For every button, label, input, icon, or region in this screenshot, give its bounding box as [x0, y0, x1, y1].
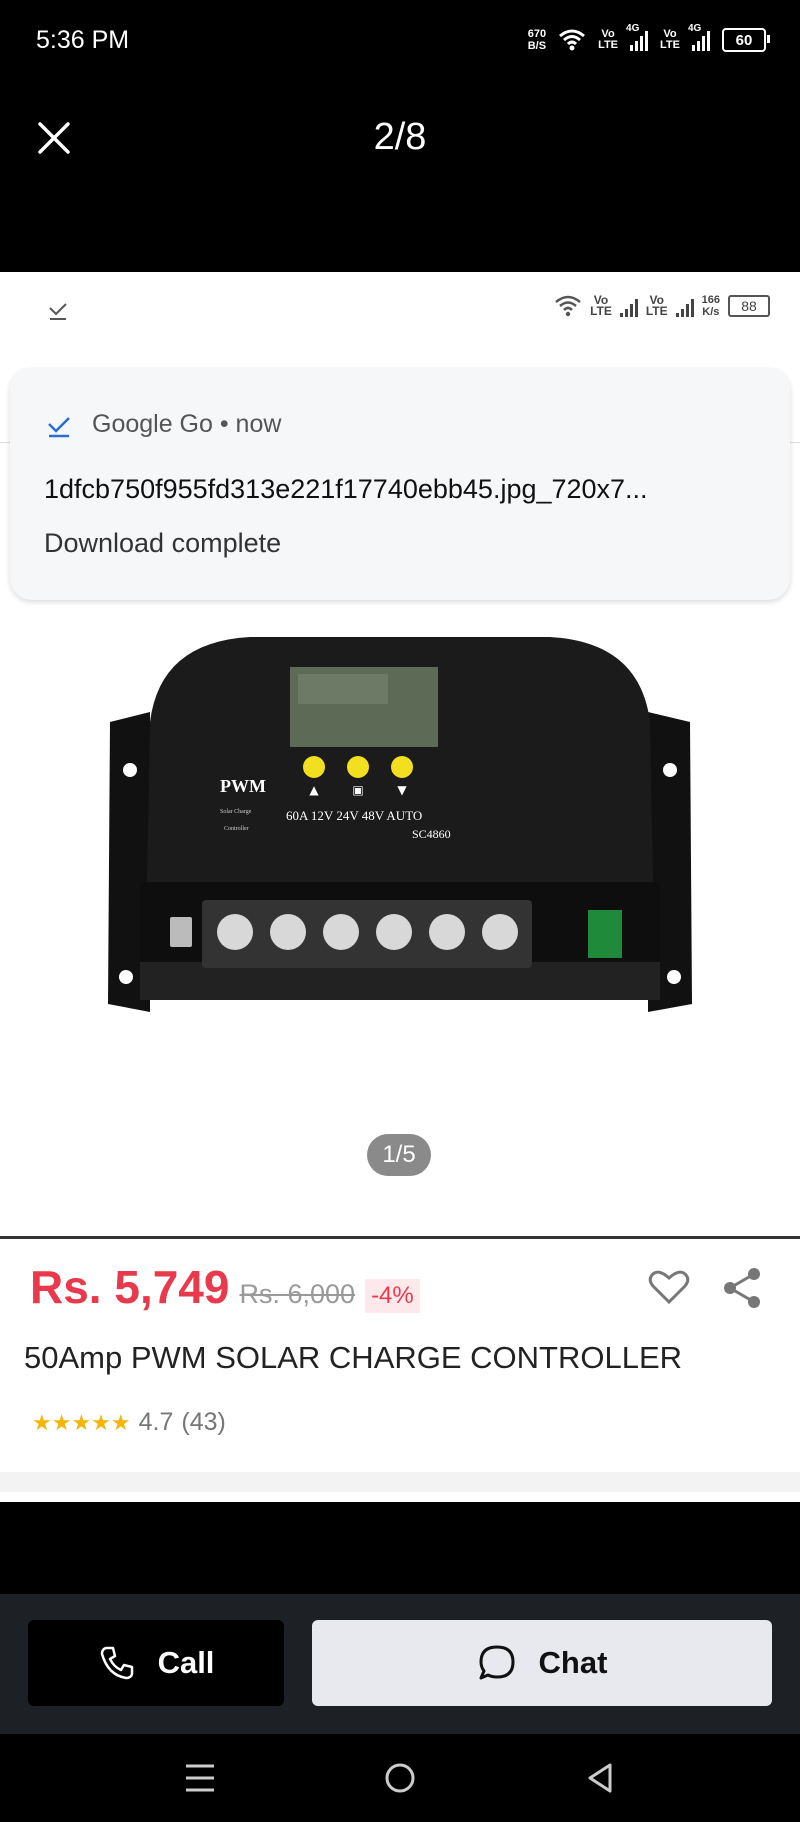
mount-hole — [663, 763, 677, 777]
section-divider — [0, 1472, 800, 1492]
notification-app: Google Go • now — [92, 410, 282, 438]
notification-filename: 1dfcb750f955fd313e221f17740ebb45.jpg_720… — [44, 474, 648, 504]
signal-icon: 4G — [626, 23, 649, 51]
share-icon[interactable] — [720, 1266, 764, 1310]
notification-status: Download complete — [44, 528, 282, 558]
call-label: Call — [157, 1645, 215, 1680]
inner-sim1-volte: Vo LTE — [590, 294, 612, 318]
image-counter: 2/8 — [373, 116, 427, 158]
label-sub2: Controller — [224, 826, 249, 832]
system-nav-bar — [0, 1734, 800, 1822]
product-title: 50Amp PWM SOLAR CHARGE CONTROLLER — [24, 1340, 683, 1375]
home-icon[interactable] — [384, 1762, 416, 1794]
download-done-icon — [49, 303, 67, 320]
label-model: SC4860 — [412, 827, 451, 841]
call-button[interactable]: Call — [28, 1620, 284, 1706]
status-time: 5:36 PM — [36, 26, 130, 54]
inner-net-speed: 166 K/s — [702, 294, 720, 318]
sim1-net: 4G — [626, 23, 640, 34]
inner-sim2-volte: Vo LTE — [645, 294, 668, 318]
inner-sim1-lte: LTE — [590, 304, 612, 318]
terminal-screw — [429, 914, 465, 950]
product-photo[interactable]: ▲ ▣ ▼ PWM Solar Charge Controller 60A 12… — [100, 632, 700, 1072]
sim2-lte: LTE — [660, 39, 680, 51]
mount-hole — [119, 970, 133, 984]
chat-bubble-icon — [479, 1645, 515, 1680]
battery-icon: 88 — [728, 295, 770, 317]
star-rating-icon: ★★★★★ — [32, 1409, 131, 1435]
heart-icon[interactable] — [648, 1268, 690, 1306]
price: Rs. 5,749 — [30, 1261, 230, 1313]
chat-label: Chat — [538, 1645, 608, 1680]
sim2-net: 4G — [688, 23, 702, 34]
inner-status-icons: Vo LTE Vo LTE 166 K/s 88 — [554, 294, 770, 318]
battery-level: 60 — [735, 31, 753, 49]
signal-icon — [619, 295, 638, 317]
svg-text:▲: ▲ — [309, 783, 319, 797]
signal-icon: 4G — [688, 23, 710, 51]
divider — [0, 1236, 800, 1239]
panel-button — [391, 756, 413, 778]
label-sub1: Solar Charge — [220, 809, 252, 815]
price-row: Rs. 5,749 Rs. 6,000 -4% — [30, 1260, 420, 1314]
battery-icon: 60 — [722, 28, 770, 52]
terminal-screw — [482, 914, 518, 950]
discount-badge: -4% — [365, 1279, 420, 1313]
viewed-image: Vo LTE Vo LTE 166 K/s 88 Google Go • now… — [0, 272, 800, 1502]
download-notification: Google Go • now 1dfcb750f955fd313e221f17… — [10, 368, 790, 600]
sim2-volte: Vo LTE — [660, 29, 680, 51]
rating-row: ★★★★★ 4.7 (43) — [32, 1408, 226, 1437]
status-icons: 670 B/S Vo LTE 4G Vo LTE 4G 60 — [528, 23, 770, 56]
rating-count: (43) — [181, 1408, 226, 1436]
inner-status-bar: Vo LTE Vo LTE 166 K/s 88 — [0, 272, 800, 352]
wifi-icon — [559, 29, 586, 51]
back-icon[interactable] — [584, 1762, 616, 1794]
old-price: Rs. 6,000 — [239, 1279, 356, 1309]
download-check-icon — [48, 417, 70, 438]
sim1-volte: Vo LTE — [598, 29, 618, 51]
panel-button — [303, 756, 325, 778]
chat-button[interactable]: Chat — [312, 1620, 772, 1706]
sim1-lte: LTE — [598, 39, 619, 51]
terminal-screw — [323, 914, 359, 950]
status-bar: 5:36 PM 670 B/S Vo LTE 4G Vo LTE 4G 60 — [0, 0, 800, 80]
mount-hole — [123, 763, 137, 777]
rating-value: 4.7 — [138, 1408, 174, 1436]
net-speed-unit: B/S — [527, 40, 547, 52]
inner-battery-level: 88 — [741, 298, 757, 314]
inner-speed-unit: K/s — [702, 306, 720, 318]
net-speed-value: 670 — [527, 28, 547, 40]
mount-hole — [667, 970, 681, 984]
phone-icon — [100, 1646, 133, 1680]
panel-button — [347, 756, 369, 778]
terminal-screw — [376, 914, 412, 950]
svg-text:▣: ▣ — [352, 783, 363, 797]
photo-counter: 1/5 — [367, 1134, 431, 1176]
inner-sim2-lte: LTE — [645, 304, 668, 318]
terminal-screw — [270, 914, 306, 950]
label-specs: 60A 12V 24V 48V AUTO — [286, 808, 422, 823]
wifi-icon — [555, 295, 581, 317]
signal-icon — [675, 295, 694, 317]
net-speed: 670 B/S — [528, 28, 546, 52]
inner-speed-value: 166 — [701, 294, 720, 306]
terminal-screw — [217, 914, 253, 950]
menu-icon[interactable] — [184, 1762, 216, 1794]
action-bar: Call Chat — [0, 1594, 800, 1734]
svg-text:▼: ▼ — [397, 783, 407, 797]
label-pwm: PWM — [220, 776, 266, 796]
